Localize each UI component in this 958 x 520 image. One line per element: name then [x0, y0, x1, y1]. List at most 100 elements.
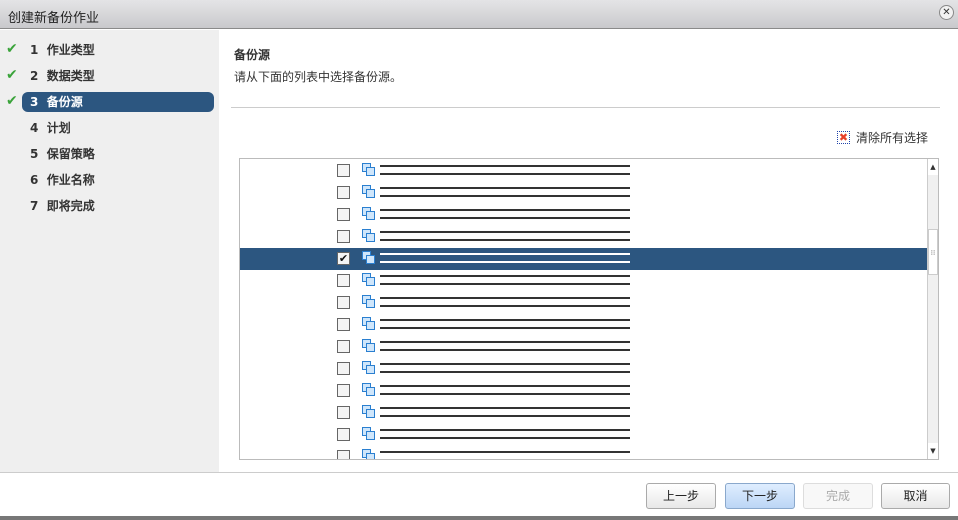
- redacted-item-name: [380, 451, 630, 459]
- list-item[interactable]: [240, 160, 928, 182]
- checkbox[interactable]: [337, 450, 350, 459]
- red-x-icon: ✖: [836, 131, 850, 144]
- step-number: 1: [30, 43, 39, 57]
- step-label: 2 数据类型: [22, 66, 214, 86]
- vm-icon: [362, 361, 376, 375]
- step-label: 7 即将完成: [22, 196, 214, 216]
- checkmark-icon: ✔: [6, 67, 18, 83]
- vm-icon: [362, 229, 376, 243]
- checkbox[interactable]: [337, 362, 350, 375]
- checkmark-icon: ✔: [6, 93, 18, 109]
- cancel-button[interactable]: 取消: [881, 483, 950, 509]
- vm-icon: [362, 185, 376, 199]
- redacted-item-name: [380, 209, 630, 219]
- divider: [231, 107, 940, 108]
- scroll-down-arrow-icon[interactable]: ▼: [928, 443, 938, 459]
- step-label: 4 计划: [22, 118, 214, 138]
- step-name: 作业类型: [46, 43, 95, 57]
- redacted-item-name: [380, 341, 630, 351]
- checkbox[interactable]: [337, 164, 350, 177]
- vm-icon: [362, 427, 376, 441]
- step-name: 保留策略: [46, 147, 95, 161]
- scroll-up-arrow-icon[interactable]: ▲: [928, 159, 938, 175]
- checkmark-icon: ✔: [6, 41, 18, 57]
- step-label: 1 作业类型: [22, 40, 214, 60]
- scrollbar-thumb[interactable]: ⁞⁞: [928, 229, 938, 275]
- step-number: 4: [30, 121, 39, 135]
- wizard-steps: ✔ 1 作业类型 ✔ 2 数据类型 ✔ 3 备份源 4 计划 5 保留策略 6 作业名称 7 即将…: [0, 30, 219, 472]
- wizard-step-3[interactable]: ✔ 3 备份源: [0, 92, 219, 112]
- checkbox[interactable]: [337, 384, 350, 397]
- list-item[interactable]: [240, 424, 928, 446]
- list-item[interactable]: [240, 380, 928, 402]
- vm-icon: [362, 317, 376, 331]
- redacted-item-name: [380, 253, 630, 263]
- list-item[interactable]: [240, 226, 928, 248]
- wizard-step-2[interactable]: ✔ 2 数据类型: [0, 66, 219, 86]
- clear-all-label: 清除所有选择: [855, 131, 928, 145]
- step-number: 3: [30, 95, 39, 109]
- checkbox[interactable]: [337, 406, 350, 419]
- list-item[interactable]: [240, 446, 928, 459]
- redacted-item-name: [380, 319, 630, 329]
- checkbox[interactable]: [337, 296, 350, 309]
- next-button[interactable]: 下一步: [725, 483, 795, 509]
- vm-icon: [362, 295, 376, 309]
- list-item[interactable]: [240, 314, 928, 336]
- checkbox[interactable]: [337, 274, 350, 287]
- previous-button[interactable]: 上一步: [646, 483, 716, 509]
- checkbox[interactable]: [337, 318, 350, 331]
- step-number: 2: [30, 69, 39, 83]
- step-label: 5 保留策略: [22, 144, 214, 164]
- main-panel: 备份源 请从下面的列表中选择备份源。 ✖ 清除所有选择 ✔ ▲ ⁞⁞ ▼: [219, 30, 958, 472]
- list-item[interactable]: [240, 292, 928, 314]
- clear-all-selection-link[interactable]: ✖ 清除所有选择: [836, 129, 928, 146]
- list-item[interactable]: [240, 270, 928, 292]
- redacted-item-name: [380, 275, 630, 285]
- wizard-step-1[interactable]: ✔ 1 作业类型: [0, 40, 219, 60]
- vm-icon: [362, 207, 376, 221]
- list-item[interactable]: [240, 204, 928, 226]
- wizard-step-7[interactable]: 7 即将完成: [0, 196, 219, 216]
- list-item[interactable]: [240, 358, 928, 380]
- redacted-item-name: [380, 429, 630, 439]
- title-bar: 创建新备份作业 ✕: [0, 0, 958, 29]
- vm-icon: [362, 339, 376, 353]
- checkbox[interactable]: ✔: [337, 252, 350, 265]
- redacted-item-name: [380, 165, 630, 175]
- checkbox[interactable]: [337, 428, 350, 441]
- vm-icon: [362, 163, 376, 177]
- checkbox[interactable]: [337, 340, 350, 353]
- step-number: 7: [30, 199, 39, 213]
- redacted-item-name: [380, 231, 630, 241]
- list-item[interactable]: [240, 182, 928, 204]
- wizard-step-4[interactable]: 4 计划: [0, 118, 219, 138]
- list-item[interactable]: ✔: [240, 248, 928, 270]
- step-name: 即将完成: [46, 199, 95, 213]
- wizard-step-5[interactable]: 5 保留策略: [0, 144, 219, 164]
- vm-icon: [362, 405, 376, 419]
- footer: 上一步 下一步 完成 取消: [0, 472, 958, 516]
- instruction-text: 请从下面的列表中选择备份源。: [234, 70, 403, 84]
- step-name: 计划: [46, 121, 71, 135]
- list-item[interactable]: [240, 336, 928, 358]
- step-number: 5: [30, 147, 39, 161]
- checkbox[interactable]: [337, 230, 350, 243]
- vm-icon: [362, 449, 376, 459]
- redacted-item-name: [380, 385, 630, 395]
- finish-button[interactable]: 完成: [803, 483, 873, 509]
- wizard-step-6[interactable]: 6 作业名称: [0, 170, 219, 190]
- redacted-item-name: [380, 407, 630, 417]
- checkbox[interactable]: [337, 186, 350, 199]
- backup-source-list: ✔ ▲ ⁞⁞ ▼: [239, 158, 939, 460]
- step-name: 备份源: [46, 95, 83, 109]
- step-label: 6 作业名称: [22, 170, 214, 190]
- step-name: 作业名称: [46, 173, 95, 187]
- step-name: 数据类型: [46, 69, 95, 83]
- list-item[interactable]: [240, 402, 928, 424]
- redacted-item-name: [380, 187, 630, 197]
- scrollbar[interactable]: ▲ ⁞⁞ ▼: [927, 159, 938, 459]
- checkbox[interactable]: [337, 208, 350, 221]
- vm-icon: [362, 273, 376, 287]
- close-icon[interactable]: ✕: [939, 5, 954, 20]
